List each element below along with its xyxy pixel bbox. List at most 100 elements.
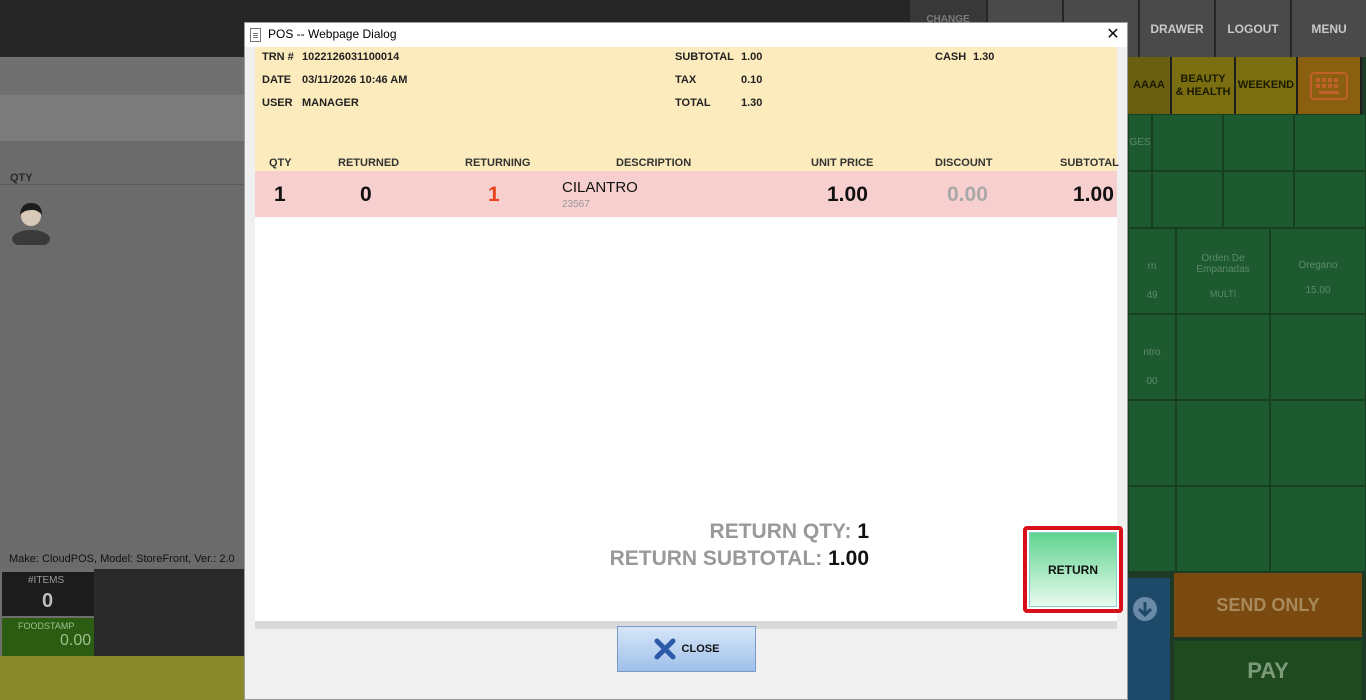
divider [0, 184, 244, 185]
tile-label: ntro [1143, 347, 1161, 358]
qty-column-header: QTY [10, 172, 33, 184]
tile-ges[interactable]: GES [1128, 114, 1152, 171]
tile-orden-de-empanadas[interactable]: Orden De Empanadas MULTI [1176, 228, 1270, 314]
table-row[interactable]: 1 0 1 CILANTRO 23567 1.00 0.00 1.00 [255, 171, 1117, 217]
trn-value: 1022126031100014 [302, 51, 400, 63]
keyboard-button[interactable] [1298, 57, 1362, 114]
foodstamp-value: 0.00 [60, 632, 92, 649]
tile-empty[interactable] [1128, 486, 1176, 572]
return-qty-line: RETURN QTY: 1 [710, 520, 869, 544]
tile-empty[interactable] [1270, 314, 1366, 400]
foodstamp-label: FOODSTAMP [18, 621, 75, 631]
tile-empty[interactable] [1294, 114, 1366, 171]
col-returning: RETURNING [465, 157, 531, 169]
bottom-bar [0, 656, 244, 700]
return-subtotal-line: RETURN SUBTOTAL: 1.00 [610, 547, 869, 571]
tile-empty[interactable] [1152, 114, 1223, 171]
tile-label: Orden De Empanadas [1196, 253, 1250, 275]
tile-ntro[interactable]: ntro 00 [1128, 314, 1176, 400]
row-qty: 1 [274, 183, 286, 206]
return-button[interactable]: RETURN [1029, 532, 1117, 607]
version-text: Make: CloudPOS, Model: StoreFront, Ver.:… [9, 553, 235, 565]
cash-value: 1.30 [973, 51, 995, 63]
tile-label: GES [1129, 137, 1151, 148]
tax-label: TAX [675, 74, 697, 86]
tile-label: rn [1147, 261, 1157, 272]
tile-empty[interactable] [1176, 314, 1270, 400]
tax-value: 0.10 [741, 74, 763, 86]
col-unit-price: UNIT PRICE [811, 157, 874, 169]
col-description: DESCRIPTION [616, 157, 692, 169]
total-label: TOTAL [675, 97, 711, 109]
return-qty-value: 1 [857, 520, 869, 543]
category-weekend[interactable]: WEEKEND [1236, 57, 1298, 114]
drawer-button[interactable]: DRAWER [1138, 0, 1214, 57]
logout-button[interactable]: LOGOUT [1214, 0, 1290, 57]
row-discount: 0.00 [947, 183, 988, 206]
scroll-down-button[interactable] [1128, 578, 1170, 700]
items-value: 0 [42, 590, 54, 612]
close-button-label: CLOSE [681, 643, 720, 655]
items-counter: #ITEMS 0 [2, 572, 94, 616]
tile-sub: MULTI [1209, 289, 1237, 299]
keyboard-icon [1310, 71, 1348, 100]
pay-button[interactable]: PAY [1174, 641, 1362, 700]
row-returned: 0 [360, 183, 372, 206]
row-returning[interactable]: 1 [488, 183, 500, 207]
tile-empty[interactable] [1176, 400, 1270, 486]
items-label: #ITEMS [28, 575, 65, 586]
col-subtotal: SUBTOTAL [1060, 157, 1119, 169]
bottom-panel [94, 569, 244, 656]
transaction-info: TRN # 1022126031100014 DATE 03/11/2026 1… [255, 47, 1117, 155]
webpage-dialog: POS -- Webpage Dialog ✕ TRN # 1022126031… [244, 22, 1128, 700]
dialog-close-icon[interactable]: ✕ [1103, 25, 1123, 45]
tile-price: 49 [1146, 290, 1158, 301]
col-discount: DISCOUNT [935, 157, 993, 169]
tile-price: 00 [1146, 376, 1158, 387]
tile-label: Oregano [1298, 260, 1338, 271]
return-subtotal-value: 1.00 [828, 547, 869, 570]
tile-orn[interactable]: rn 49 [1128, 228, 1176, 314]
tile-empty[interactable] [1270, 400, 1366, 486]
dialog-content: TRN # 1022126031100014 DATE 03/11/2026 1… [255, 47, 1123, 629]
tile-empty[interactable] [1176, 486, 1270, 572]
page-icon [250, 28, 261, 42]
tile-empty[interactable] [1223, 114, 1294, 171]
col-qty: QTY [269, 157, 292, 169]
user-value: MANAGER [302, 97, 359, 109]
return-subtotal-label: RETURN SUBTOTAL: [609, 547, 823, 570]
menu-button[interactable]: MENU [1290, 0, 1366, 57]
tile-empty[interactable] [1128, 171, 1152, 228]
user-label: USER [262, 97, 293, 109]
cash-label: CASH [935, 51, 967, 63]
dialog-titlebar: POS -- Webpage Dialog ✕ [245, 23, 1127, 47]
category-beauty-health[interactable]: BEAUTY & HEALTH [1172, 57, 1236, 114]
left-panel-header [0, 57, 244, 95]
trn-label: TRN # [262, 51, 294, 63]
tile-empty[interactable] [1223, 171, 1294, 228]
subtotal-value: 1.00 [741, 51, 763, 63]
tile-oregano[interactable]: Oregano 15.00 [1270, 228, 1366, 314]
close-x-icon [654, 638, 676, 660]
close-button[interactable]: CLOSE [617, 626, 756, 672]
left-panel-strip [0, 95, 244, 141]
user-avatar-icon[interactable] [11, 199, 51, 245]
row-sku: 23567 [562, 199, 590, 210]
subtotal-label: SUBTOTAL [675, 51, 734, 63]
tile-empty[interactable] [1152, 171, 1223, 228]
return-qty-label: RETURN QTY: [709, 520, 852, 543]
date-label: DATE [262, 74, 292, 86]
tile-price: 15.00 [1305, 285, 1331, 296]
arrow-down-circle-icon [1133, 597, 1157, 621]
items-table-header: QTY RETURNED RETURNING DESCRIPTION UNIT … [255, 155, 1119, 171]
tile-empty[interactable] [1270, 486, 1366, 572]
tile-empty[interactable] [1294, 171, 1366, 228]
category-aaaa[interactable]: AAAA [1128, 57, 1172, 114]
send-only-button[interactable]: SEND ONLY [1174, 573, 1362, 637]
return-button-highlight: RETURN [1023, 526, 1123, 613]
tile-empty[interactable] [1128, 400, 1176, 486]
row-subtotal: 1.00 [1073, 183, 1114, 206]
foodstamp-box: FOODSTAMP 0.00 [2, 618, 94, 656]
dialog-title: POS -- Webpage Dialog [268, 27, 397, 41]
date-value: 03/11/2026 10:46 AM [302, 74, 408, 86]
